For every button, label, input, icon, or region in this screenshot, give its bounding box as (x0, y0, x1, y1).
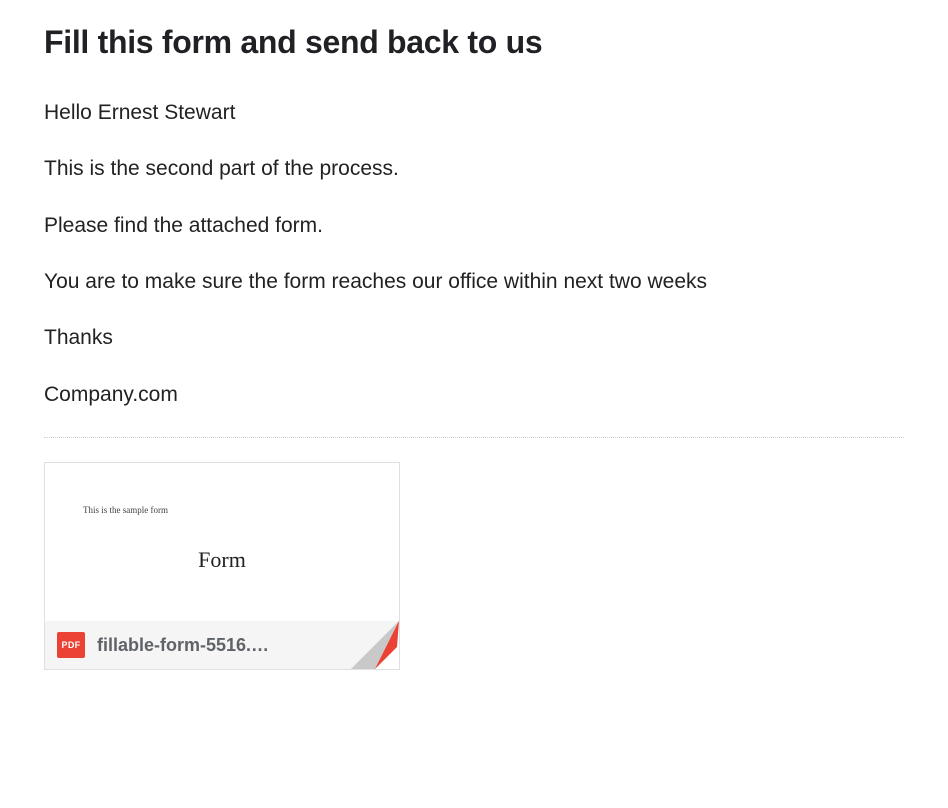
attachments-divider (44, 437, 904, 438)
body-line-3: You are to make sure the form reaches ou… (44, 268, 904, 296)
email-subject: Fill this form and send back to us (44, 24, 904, 61)
pdf-badge-label: PDF (62, 640, 81, 650)
body-line-2: Please find the attached form. (44, 212, 904, 240)
body-line-1: This is the second part of the process. (44, 155, 904, 183)
greeting-line: Hello Ernest Stewart (44, 99, 904, 127)
attachment-filename: fillable-form-5516.… (97, 635, 387, 656)
attachment-preview: This is the sample form Form (45, 463, 399, 621)
signature-line: Company.com (44, 381, 904, 409)
preview-title: Form (45, 547, 399, 573)
thanks-line: Thanks (44, 324, 904, 352)
email-body: Hello Ernest Stewart This is the second … (44, 99, 904, 409)
attachment-card[interactable]: This is the sample form Form PDF fillabl… (44, 462, 400, 670)
attachment-footer: PDF fillable-form-5516.… (45, 621, 399, 669)
preview-small-text: This is the sample form (83, 505, 168, 515)
pdf-icon: PDF (57, 632, 85, 658)
